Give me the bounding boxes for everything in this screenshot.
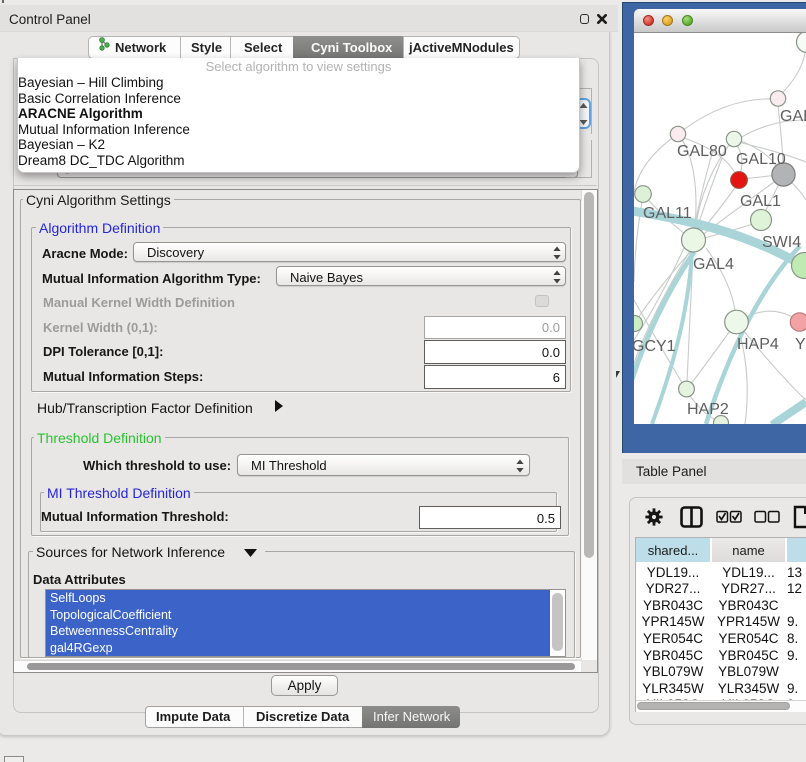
svg-text:HAP4: HAP4 xyxy=(737,336,779,353)
svg-text:Y: Y xyxy=(795,336,806,353)
svg-text:GAL10: GAL10 xyxy=(736,151,786,168)
svg-text:HAP2: HAP2 xyxy=(687,401,729,418)
svg-text:GAL11: GAL11 xyxy=(643,205,692,222)
svg-text:GAL4: GAL4 xyxy=(693,256,734,273)
svg-text:SWI4: SWI4 xyxy=(762,234,801,251)
svg-text:GAL80: GAL80 xyxy=(677,143,727,160)
svg-text:GAL2: GAL2 xyxy=(780,108,806,125)
svg-text:GAL1: GAL1 xyxy=(740,193,781,210)
svg-text:GCY1: GCY1 xyxy=(634,338,676,355)
